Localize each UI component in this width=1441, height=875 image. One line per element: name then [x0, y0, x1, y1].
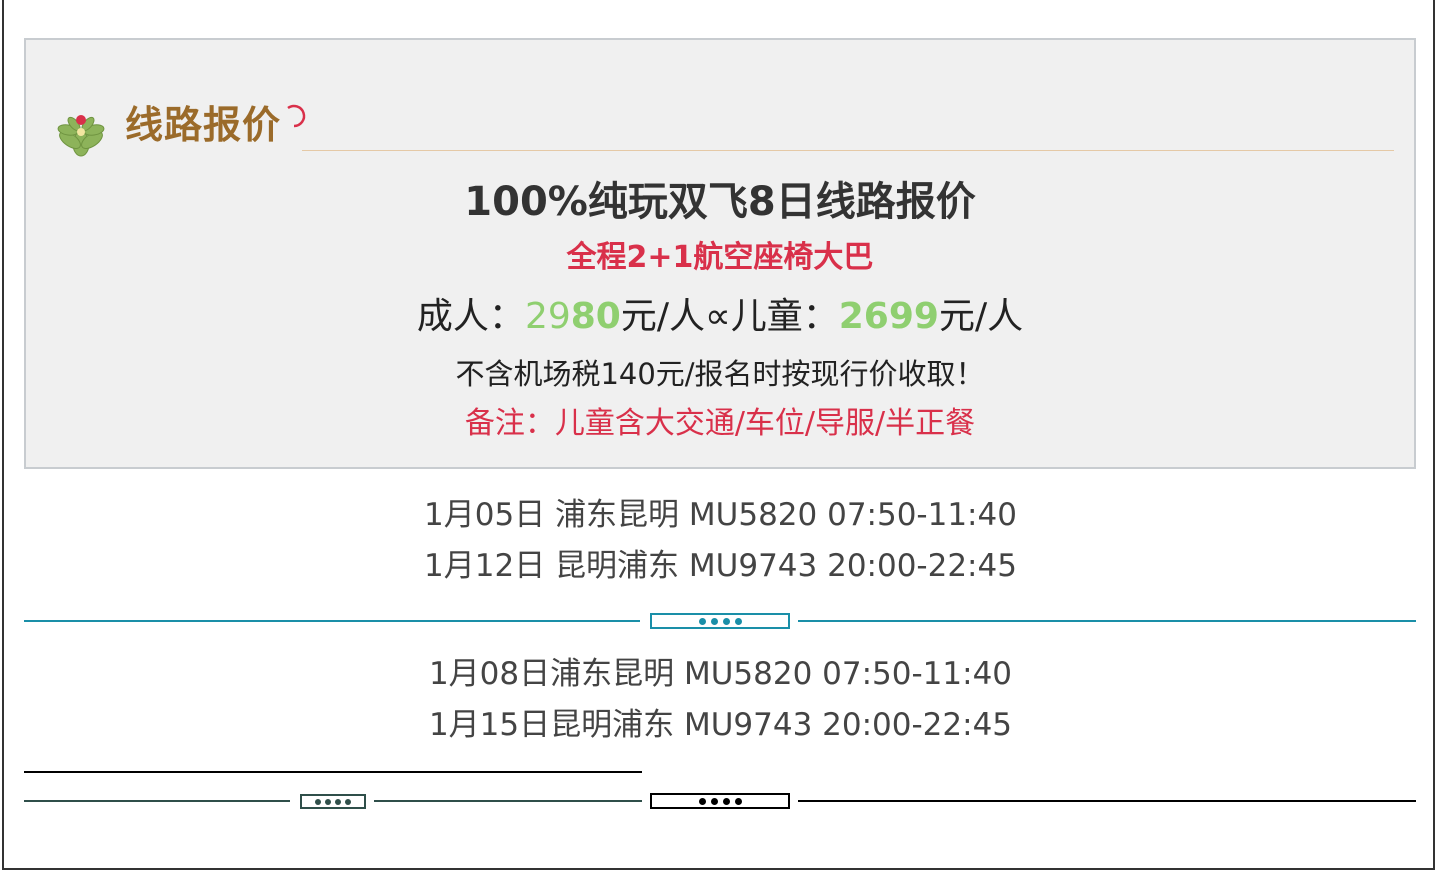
- dot: [335, 798, 341, 805]
- child-price: 2699: [838, 296, 939, 337]
- adult-price-part-a: 29: [524, 296, 571, 337]
- divider-line: [24, 800, 290, 802]
- dot: [710, 797, 718, 805]
- flight-line: 1月08日浦东昆明 MU5820 07:50-11:40: [428, 656, 1013, 692]
- child-label: 儿童：: [730, 296, 839, 337]
- tax-note: 不含机场税140元/报名时按现行价收取！: [455, 357, 985, 391]
- dot: [710, 617, 718, 625]
- flight-line: 1月05日 浦东昆明 MU5820 07:50-11:40: [424, 497, 1017, 533]
- dot: [722, 617, 730, 625]
- flower-icon: [57, 115, 105, 157]
- flight-line: 1月12日 昆明浦东 MU9743 20:00-22:45: [424, 548, 1017, 584]
- adult-unit: 元/人: [620, 296, 705, 337]
- divider-dots-badge: [300, 794, 366, 809]
- bus-note: 全程2+1航空座椅大巴: [566, 240, 874, 275]
- flight-line: 1月15日昆明浦东 MU9743 20:00-22:45: [428, 707, 1013, 743]
- section-title: 线路报价: [125, 103, 282, 147]
- dot: [698, 797, 706, 805]
- adult-price-part-b: 80: [570, 296, 621, 337]
- adult-label: 成人：: [416, 296, 525, 337]
- dot: [698, 617, 706, 625]
- divider-line: [374, 800, 642, 802]
- divider-line: [798, 800, 1416, 802]
- divider-dots-badge: [650, 793, 790, 809]
- dot: [345, 798, 351, 805]
- dot: [315, 798, 321, 805]
- dot: [734, 617, 742, 625]
- divider-line: [24, 771, 642, 773]
- divider-line: [24, 620, 640, 622]
- price-line: 成人：2980元/人∝儿童：2699元/人: [26, 294, 1414, 340]
- remark-note: 备注：儿童含大交通/车位/导服/半正餐: [464, 406, 976, 441]
- divider-dots-badge: [650, 613, 790, 629]
- price-separator: ∝: [705, 296, 731, 337]
- price-box: 线路报价 100%纯玩双飞8日线路报价 全程2+1航空座椅大巴 成人：2980元…: [24, 38, 1416, 469]
- dot: [325, 798, 331, 805]
- divider-line: [798, 620, 1416, 622]
- dot: [734, 797, 742, 805]
- title-curl-ornament: [287, 104, 306, 128]
- dot: [722, 797, 730, 805]
- title-underline: [302, 150, 1394, 151]
- child-unit: 元/人: [938, 296, 1024, 337]
- route-title: 100%纯玩双飞8日线路报价: [464, 179, 976, 225]
